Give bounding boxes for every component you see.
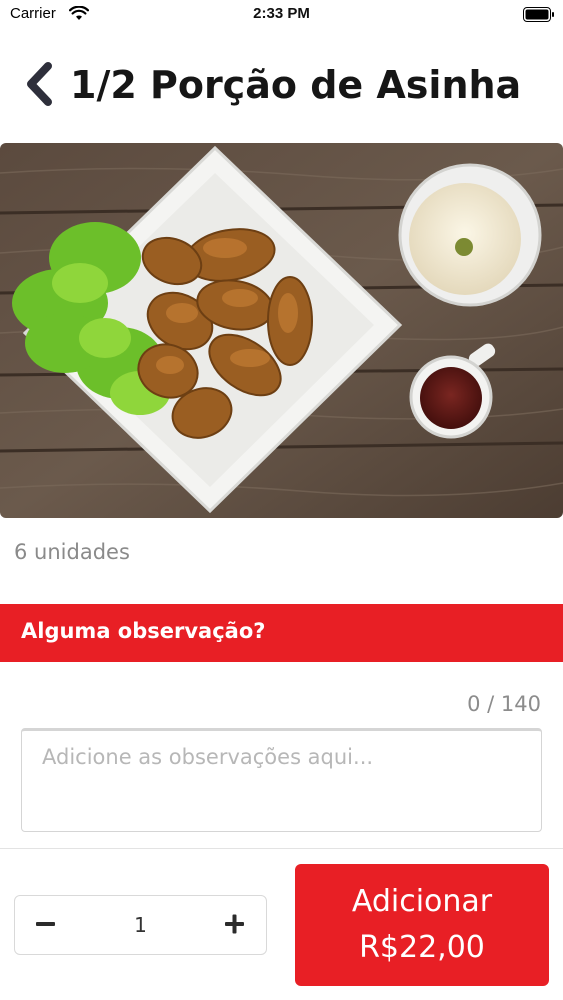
clock: 2:33 PM bbox=[253, 5, 310, 22]
observations-input[interactable] bbox=[21, 728, 542, 832]
chevron-left-icon bbox=[27, 62, 52, 106]
product-description: 6 unidades bbox=[14, 540, 130, 564]
character-counter: 0 / 140 bbox=[467, 692, 541, 716]
increase-quantity-button[interactable] bbox=[204, 896, 266, 954]
page-title: 1/2 Porção de Asinha bbox=[70, 63, 522, 107]
plus-icon bbox=[225, 914, 244, 934]
decrease-quantity-button[interactable] bbox=[15, 896, 77, 954]
quantity-value: 1 bbox=[134, 913, 147, 937]
status-bar: Carrier 2:33 PM bbox=[0, 0, 563, 30]
nav-header: 1/2 Porção de Asinha bbox=[0, 48, 563, 126]
add-to-order-button[interactable]: Adicionar R$22,00 bbox=[295, 864, 549, 986]
observations-title: Alguma observação? bbox=[21, 619, 266, 643]
minus-icon bbox=[36, 922, 55, 926]
add-button-price: R$22,00 bbox=[359, 930, 485, 965]
observations-header: Alguma observação? bbox=[0, 604, 563, 662]
back-button[interactable] bbox=[20, 58, 60, 110]
quantity-stepper: 1 bbox=[14, 895, 267, 955]
battery-icon bbox=[523, 7, 555, 26]
add-button-label: Adicionar bbox=[351, 884, 493, 919]
product-image bbox=[0, 143, 563, 518]
footer-divider bbox=[0, 848, 563, 849]
